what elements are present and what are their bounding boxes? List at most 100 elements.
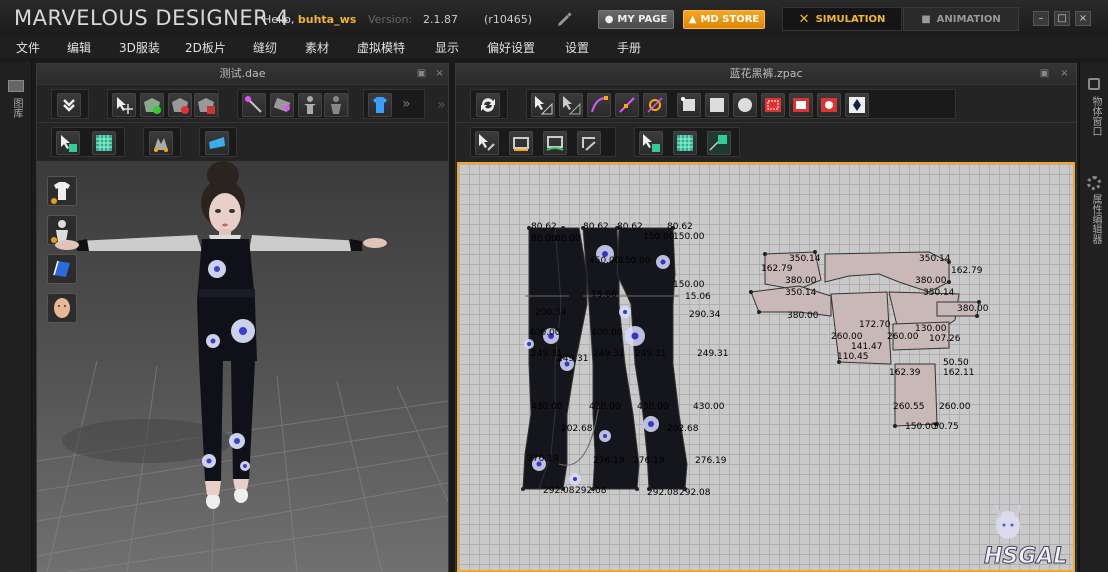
dart-tool[interactable] [845, 93, 869, 117]
menu-manual[interactable]: 手册 [617, 39, 641, 56]
internal-polygon-tool[interactable] [761, 93, 785, 117]
store-icon: ▲ [688, 14, 697, 25]
measurement-label: 162.79 [951, 266, 983, 276]
chevron-right-icon[interactable]: » [437, 97, 446, 113]
avatar-drop-tool[interactable] [57, 93, 81, 117]
tool-group [526, 89, 956, 119]
watermark-logo: HSGAL [978, 503, 1078, 570]
rectangle-tool[interactable] [705, 93, 729, 117]
minimize-button[interactable]: – [1033, 11, 1049, 26]
internal-rectangle-tool[interactable] [789, 93, 813, 117]
select-seam-tool[interactable] [475, 131, 499, 155]
edit-curvature-tool[interactable] [587, 93, 611, 117]
maximize-button[interactable]: □ [1054, 11, 1070, 26]
avatar-model[interactable] [37, 161, 448, 572]
measure-tool[interactable] [205, 131, 229, 155]
avatar-pose-tool[interactable] [298, 93, 322, 117]
md-store-button[interactable]: ▲ MD STORE [683, 10, 765, 29]
object-window-tab[interactable]: 物体窗口 [1088, 96, 1103, 136]
select-move-tool[interactable] [112, 93, 136, 117]
chevron-right-icon[interactable]: » [402, 96, 411, 112]
select-mesh-tool[interactable] [56, 131, 80, 155]
select-texture-tool[interactable] [639, 131, 663, 155]
property-editor-tab[interactable]: 属性编辑器 [1088, 194, 1103, 244]
measurement-label: 50.50 [943, 358, 969, 368]
segment-sewing-tool[interactable] [509, 131, 533, 155]
free-sewing-tool[interactable] [543, 131, 567, 155]
garment-tshirt-tool[interactable] [368, 93, 392, 117]
menu-3d-garment[interactable]: 3D服装 [119, 39, 160, 56]
measurement-label: 249.31 [697, 349, 729, 359]
greeting: Hello, buhta_ws [263, 13, 357, 26]
fold-tool[interactable] [140, 93, 164, 117]
close-button[interactable]: × [1075, 11, 1091, 26]
transform-pattern-tool[interactable] [531, 93, 555, 117]
menu-sewing[interactable]: 缝纫 [253, 39, 277, 56]
measurement-label: 292.08 [679, 488, 711, 498]
simulation-tab[interactable]: ✕ SIMULATION [782, 7, 902, 31]
fold-arrange-tool[interactable] [149, 131, 173, 155]
username[interactable]: buhta_ws [298, 13, 356, 26]
measurement-label: 260.00 [939, 402, 971, 412]
my-page-button[interactable]: ● MY PAGE [598, 10, 674, 29]
measurement-label: 202.68 [667, 424, 699, 434]
edit-pattern-tool[interactable] [559, 93, 583, 117]
object-window-icon[interactable] [1088, 78, 1100, 90]
measurement-label: 260.00 [831, 332, 863, 342]
measurement-label: 290.34 [689, 310, 721, 320]
menu-2d-pattern[interactable]: 2D板片 [185, 39, 226, 56]
gear-icon[interactable] [1087, 176, 1101, 190]
measurement-label: 80.62 [667, 222, 693, 232]
measurement-label: 15.06 [685, 292, 711, 302]
measurement-label: 380.00 [915, 276, 947, 286]
sewing-tool[interactable] [577, 131, 601, 155]
measurement-label: 15.06 [591, 290, 617, 300]
viewport-3d[interactable] [37, 161, 448, 572]
mesh-grid-tool[interactable] [92, 131, 116, 155]
menu-settings[interactable]: 设置 [565, 39, 589, 56]
menu-file[interactable]: 文件 [16, 39, 40, 56]
menu-preferences[interactable]: 偏好设置 [487, 39, 535, 56]
restore-icon[interactable]: ▣ [415, 67, 428, 80]
measurement-label: 350.14 [919, 254, 951, 264]
menu-avatar[interactable]: 虚拟模特 [357, 39, 405, 56]
measurement-label: 141.47 [851, 342, 883, 352]
pin-tool[interactable] [168, 93, 192, 117]
internal-circle-tool[interactable] [817, 93, 841, 117]
measurement-label: 430.00 [693, 402, 725, 412]
restore-icon[interactable]: ▣ [1038, 67, 1051, 80]
circle-tool[interactable] [733, 93, 757, 117]
tack-tool[interactable] [194, 93, 218, 117]
create-internal-point-tool[interactable] [643, 93, 667, 117]
measurement-label: 350.14 [785, 288, 817, 298]
grid-texture-tool[interactable] [673, 131, 697, 155]
tool-group [470, 89, 508, 119]
app-logo: MARVELOUS DESIGNER 4 [14, 6, 290, 30]
close-icon[interactable]: × [1058, 67, 1071, 80]
polygon-tool[interactable] [677, 93, 701, 117]
texture-tool[interactable] [270, 93, 294, 117]
tool-group [199, 127, 237, 157]
add-point-tool[interactable] [615, 93, 639, 117]
measurement-label: 276.19 [633, 456, 665, 466]
animation-tab[interactable]: ■ ANIMATION [903, 7, 1019, 31]
menu-materials[interactable]: 素材 [305, 39, 329, 56]
toolbar-2d-row1 [456, 84, 1076, 122]
left-side-strip: 图库 [0, 62, 32, 572]
measurement-label: 430.00 [531, 402, 563, 412]
magic-wand-tool[interactable] [242, 93, 266, 117]
edit-icon[interactable] [556, 11, 574, 27]
measurement-label: 50.75 [933, 422, 959, 432]
measurement-label: 162.39 [889, 368, 921, 378]
measurement-label: 172.70 [859, 320, 891, 330]
version-label: Version: [368, 13, 413, 26]
menu-display[interactable]: 显示 [435, 39, 459, 56]
library-icon[interactable] [8, 80, 24, 92]
texture-mode-tool[interactable] [707, 131, 731, 155]
menu-edit[interactable]: 编辑 [67, 39, 91, 56]
library-tab[interactable]: 图库 [9, 98, 24, 118]
refresh-tool[interactable] [476, 93, 500, 117]
measurement-label: 80.00 [555, 234, 581, 244]
close-icon[interactable]: × [433, 67, 446, 80]
avatar-edit-tool[interactable] [324, 93, 348, 117]
